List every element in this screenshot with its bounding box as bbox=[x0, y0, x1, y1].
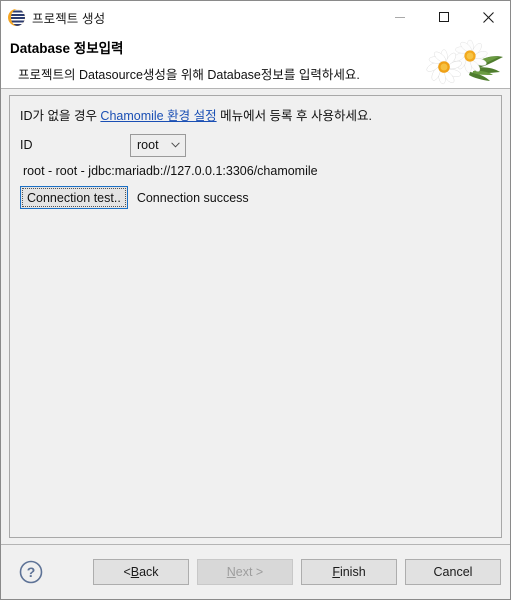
close-icon bbox=[482, 11, 494, 23]
wizard-header: Database 정보입력 프로젝트의 Datasource생성을 위해 Dat… bbox=[1, 33, 510, 89]
chevron-down-icon bbox=[169, 142, 181, 148]
finish-button[interactable]: Finish bbox=[301, 559, 397, 585]
eclipse-logo-icon bbox=[8, 8, 25, 26]
cancel-button[interactable]: Cancel bbox=[405, 559, 501, 585]
finish-mnemonic: F bbox=[332, 565, 340, 579]
id-dropdown-value: root bbox=[137, 138, 159, 152]
hint-text-after: 메뉴에서 등록 후 사용하세요. bbox=[216, 109, 372, 123]
wizard-buttons: < Back Next > Finish Cancel bbox=[93, 559, 501, 585]
help-button[interactable]: ? bbox=[18, 559, 44, 585]
maximize-icon bbox=[439, 12, 449, 22]
back-mnemonic: B bbox=[130, 565, 140, 579]
window-title: 프로젝트 생성 bbox=[32, 11, 106, 26]
next-suffix: ext > bbox=[235, 565, 264, 579]
help-question-mark: ? bbox=[27, 564, 36, 580]
page-title-rest: 정보입력 bbox=[70, 41, 124, 56]
back-button[interactable]: < Back bbox=[93, 559, 189, 585]
project-creation-dialog: 프로젝트 생성 Database 정보입력 프로젝트의 Datasource생성… bbox=[0, 0, 511, 600]
window-controls bbox=[378, 1, 510, 33]
connection-test-button[interactable]: Connection test.. bbox=[20, 186, 128, 209]
id-label: ID bbox=[20, 138, 33, 152]
finish-suffix: inish bbox=[339, 565, 366, 579]
id-hint-text: ID가 없을 경우 Chamomile 환경 설정 메뉴에서 등록 후 사용하세… bbox=[20, 105, 491, 124]
page-title-bold: Database bbox=[10, 41, 71, 56]
connection-test-row: Connection test.. Connection success bbox=[20, 186, 491, 209]
hint-text-before: ID가 없을 경우 bbox=[20, 109, 101, 123]
next-mnemonic: N bbox=[226, 565, 236, 579]
id-dropdown[interactable]: root bbox=[130, 133, 186, 157]
connection-status-text: Connection success bbox=[136, 190, 249, 205]
dialog-button-bar: ? < Back Next > Finish Cancel bbox=[1, 544, 510, 599]
connection-string: root - root - jdbc:mariadb://127.0.0.1:3… bbox=[23, 164, 318, 178]
content-area: ID가 없을 경우 Chamomile 환경 설정 메뉴에서 등록 후 사용하세… bbox=[1, 89, 510, 544]
chamomile-flowers-image bbox=[426, 39, 503, 85]
back-prefix: < bbox=[123, 565, 131, 579]
close-button[interactable] bbox=[466, 1, 510, 33]
chamomile-settings-link[interactable]: Chamomile 환경 설정 bbox=[100, 109, 216, 123]
next-button[interactable]: Next > bbox=[197, 559, 293, 585]
database-info-panel: ID가 없을 경우 Chamomile 환경 설정 메뉴에서 등록 후 사용하세… bbox=[9, 95, 502, 538]
minimize-button[interactable] bbox=[378, 1, 422, 33]
maximize-button[interactable] bbox=[422, 1, 466, 33]
back-suffix: ack bbox=[139, 565, 159, 579]
minimize-icon bbox=[395, 17, 405, 18]
title-bar: 프로젝트 생성 bbox=[1, 1, 510, 33]
id-row: ID root bbox=[20, 133, 491, 157]
